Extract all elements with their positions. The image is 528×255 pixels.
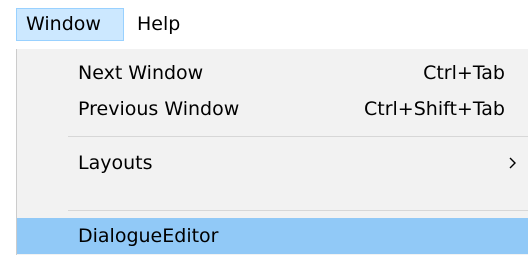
chevron-right-icon (505, 145, 521, 181)
menu-separator (68, 136, 528, 137)
menu-item-dialogue-editor[interactable]: DialogueEditor (17, 218, 528, 254)
window-menu-screen: Window Help Next Window Ctrl+Tab Previou… (0, 0, 528, 255)
menu-help[interactable]: Help (127, 8, 197, 41)
menu-item-layouts[interactable]: Layouts (17, 145, 528, 181)
menu-item-label: Layouts (78, 152, 153, 174)
menu-item-previous-window[interactable]: Previous Window Ctrl+Shift+Tab (17, 91, 528, 127)
menu-separator (68, 210, 528, 211)
menu-window[interactable]: Window (16, 8, 124, 41)
menu-item-shortcut: Ctrl+Tab (423, 62, 505, 84)
menu-item-next-window[interactable]: Next Window Ctrl+Tab (17, 55, 528, 91)
menu-item-label: Next Window (78, 62, 204, 84)
window-menu-dropdown: Next Window Ctrl+Tab Previous Window Ctr… (16, 49, 528, 255)
menu-bar: Window Help (0, 0, 528, 49)
menu-item-label: DialogueEditor (78, 225, 219, 247)
menu-item-label: Previous Window (78, 98, 240, 120)
menu-item-shortcut: Ctrl+Shift+Tab (364, 98, 505, 120)
